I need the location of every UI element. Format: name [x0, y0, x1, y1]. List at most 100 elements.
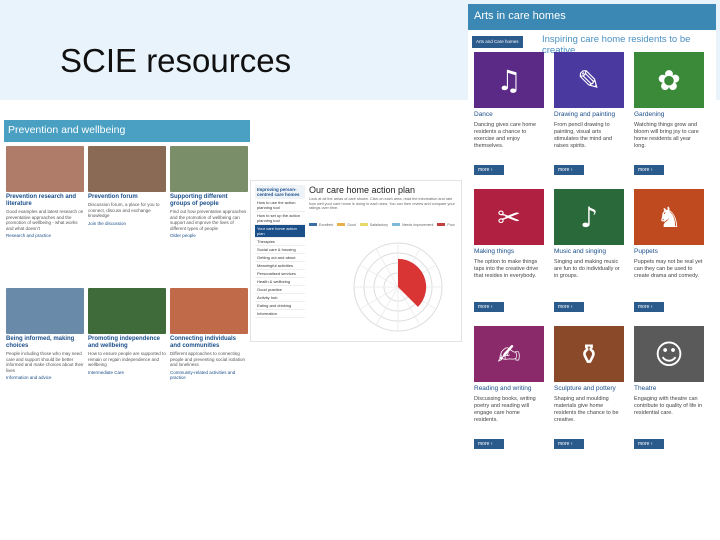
more-button[interactable]: more ›: [474, 439, 504, 449]
plan-nav-item[interactable]: Health & wellbeing: [255, 278, 305, 286]
tile-image[interactable]: ✂: [474, 189, 544, 245]
more-button[interactable]: more ›: [634, 439, 664, 449]
plan-nav-item[interactable]: Getting out and about: [255, 254, 305, 262]
card-desc: People including those who may need care…: [6, 351, 84, 373]
arts-tile[interactable]: ✿ Gardening Watching things grow and bloom…: [634, 52, 704, 176]
card-photo: [88, 146, 166, 192]
plan-nav-item[interactable]: Eating and drinking: [255, 302, 305, 310]
book-icon: ✍: [497, 337, 521, 371]
more-button[interactable]: more ›: [554, 302, 584, 312]
legend-item: Satisfactory: [359, 223, 388, 227]
watering-can-icon: ✿: [657, 63, 681, 97]
tile-image[interactable]: ♞: [634, 189, 704, 245]
legend-item: Excellent: [309, 223, 333, 227]
prevention-card[interactable]: Connecting individuals and communities D…: [170, 288, 248, 380]
arts-sub-button[interactable]: Arts and Care homes: [472, 36, 523, 48]
tile-image[interactable]: ⚱: [554, 326, 624, 382]
tile-image[interactable]: ♪: [554, 189, 624, 245]
card-desc: How to ensure people are supported to re…: [88, 351, 166, 367]
card-title[interactable]: Connecting individuals and communities: [170, 336, 248, 350]
more-button[interactable]: more ›: [634, 165, 664, 175]
tile-desc: Engaging with theatre can contribute to …: [634, 396, 703, 416]
theatre-masks-icon: ☺: [654, 337, 684, 371]
plan-nav-item[interactable]: Personalised services: [255, 270, 305, 278]
arts-tile[interactable]: ✂ Making things The option to make things …: [474, 189, 544, 313]
tile-name[interactable]: Theatre: [634, 385, 704, 392]
card-link[interactable]: Community-related activities and practic…: [170, 370, 248, 380]
card-photo: [88, 288, 166, 334]
plan-nav-header[interactable]: Improving person-centred care homes: [255, 185, 305, 199]
more-button[interactable]: more ›: [554, 165, 584, 175]
tile-image[interactable]: ☺: [634, 326, 704, 382]
more-button[interactable]: more ›: [474, 302, 504, 312]
more-label: more: [478, 304, 490, 310]
plan-nav-item[interactable]: Information: [255, 310, 305, 318]
tile-name[interactable]: Music and singing: [554, 248, 624, 255]
tile-name[interactable]: Sculpture and pottery: [554, 385, 624, 392]
prevention-card[interactable]: Supporting different groups of people Fi…: [170, 146, 248, 238]
more-button[interactable]: more ›: [634, 302, 664, 312]
arts-tile[interactable]: ♞ Puppets Puppets may not be real yet can …: [634, 189, 704, 313]
prevention-card[interactable]: Prevention research and literature Good …: [6, 146, 84, 238]
tile-name[interactable]: Gardening: [634, 111, 704, 118]
legend-swatch: [309, 223, 317, 226]
tile-image[interactable]: ✍: [474, 326, 544, 382]
dance-icon: ♫: [496, 63, 522, 97]
card-title[interactable]: Being informed, making choices: [6, 336, 84, 350]
tile-name[interactable]: Reading and writing: [474, 385, 544, 392]
arts-tile[interactable]: ✎ Drawing and painting From pencil drawing…: [554, 52, 624, 176]
legend-swatch: [392, 223, 401, 226]
plan-nav-item[interactable]: How to use the action planning tool: [255, 199, 305, 212]
plan-nav-item[interactable]: Meaningful activities: [255, 262, 305, 270]
card-link[interactable]: Join the discussion: [88, 221, 166, 226]
tile-name[interactable]: Puppets: [634, 248, 704, 255]
card-link[interactable]: Older people: [170, 233, 248, 238]
arts-tile[interactable]: ☺ Theatre Engaging with theatre can contri…: [634, 326, 704, 450]
prevention-card[interactable]: Being informed, making choices People in…: [6, 288, 84, 380]
arts-tile[interactable]: ⚱ Sculpture and pottery Shaping and mouldi…: [554, 326, 624, 450]
tile-name[interactable]: Dance: [474, 111, 544, 118]
plan-nav-item[interactable]: Your care home action plan: [255, 225, 305, 238]
plan-nav-item[interactable]: Social care & housing: [255, 246, 305, 254]
card-desc: Good examples and latest research on pre…: [6, 209, 84, 231]
card-desc: Find out how preventative approaches and…: [170, 209, 247, 231]
legend-item: Good: [337, 223, 356, 227]
tile-image[interactable]: ♫: [474, 52, 544, 108]
arts-tile[interactable]: ✍ Reading and writing Discussing books, wr…: [474, 326, 544, 450]
tile-desc: Shaping and moulding materials give home…: [554, 396, 619, 423]
card-title[interactable]: Prevention forum: [88, 194, 166, 201]
tile-image[interactable]: ✿: [634, 52, 704, 108]
plan-legend: Excellent Good Satisfactory Needs improveme…: [309, 223, 459, 227]
tile-desc: Singing and making music are fun to do i…: [554, 259, 620, 279]
beads-icon: ✂: [497, 200, 521, 234]
legend-swatch: [337, 223, 346, 226]
plan-nav: Improving person-centred care homes How …: [255, 185, 305, 318]
tile-desc: Puppets may not be real yet can they can…: [634, 259, 703, 279]
card-title[interactable]: Supporting different groups of people: [170, 194, 248, 208]
arts-tile[interactable]: ♪ Music and singing Singing and making mus…: [554, 189, 624, 313]
prevention-card[interactable]: Promoting independence and wellbeing How…: [88, 288, 166, 375]
card-link[interactable]: Intermediate Care: [88, 370, 166, 375]
arts-tile[interactable]: ♫ Dance Dancing gives care home residents …: [474, 52, 544, 176]
tile-name[interactable]: Making things: [474, 248, 544, 255]
more-label: more: [478, 441, 490, 447]
slide-title: SCIE resources: [60, 42, 292, 79]
tile-name[interactable]: Drawing and painting: [554, 111, 624, 118]
more-button[interactable]: more ›: [554, 439, 584, 449]
card-link[interactable]: Information and advice: [6, 375, 84, 380]
card-desc: Discussion forum, a place for you to con…: [88, 202, 160, 218]
plan-nav-item[interactable]: Therapies: [255, 238, 305, 246]
card-title[interactable]: Promoting independence and wellbeing: [88, 336, 166, 350]
more-button[interactable]: more ›: [474, 165, 504, 175]
tile-image[interactable]: ✎: [554, 52, 624, 108]
prevention-card[interactable]: Prevention forum Discussion forum, a pla…: [88, 146, 166, 226]
plan-nav-item[interactable]: How to set up the action planning tool: [255, 212, 305, 225]
card-desc: Different approaches to connecting peopl…: [170, 351, 246, 367]
card-title[interactable]: Prevention research and literature: [6, 194, 84, 208]
plan-nav-item[interactable]: Good practice: [255, 286, 305, 294]
card-photo: [6, 146, 84, 192]
plan-nav-item[interactable]: Activity hub: [255, 294, 305, 302]
plan-title: Our care home action plan: [309, 185, 416, 195]
card-link[interactable]: Research and practice: [6, 233, 84, 238]
tile-desc: Watching things grow and bloom will brin…: [634, 122, 699, 149]
